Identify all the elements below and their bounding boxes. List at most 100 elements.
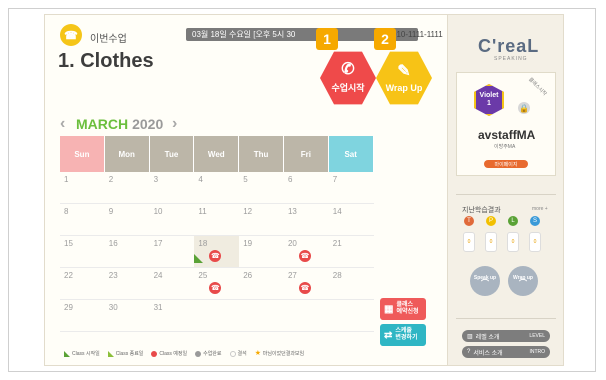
day-cell[interactable]: 23 [105, 268, 150, 299]
divider [456, 194, 556, 195]
wrap-up-side-button[interactable]: Wrap up ⌒ [508, 266, 538, 296]
result-l-icon: L [508, 216, 518, 226]
service-intro-button[interactable]: ? 서비스 소개 INTRO [462, 346, 550, 358]
sidebar [448, 14, 564, 366]
level-intro-en: LEVEL [529, 333, 545, 339]
day-cell[interactable]: 17 [150, 236, 195, 267]
sad-face-icon: ⌒ [519, 279, 527, 288]
day-cell[interactable]: 15 [60, 236, 105, 267]
legend-item: 결석 [229, 350, 247, 357]
result-t-icon: T [464, 216, 474, 226]
month-name: MARCH [76, 116, 129, 132]
class-request-button[interactable]: ▦ 클래스 예약신청 [380, 298, 426, 320]
service-intro-en: INTRO [529, 349, 545, 355]
result-meter: 0 [507, 232, 519, 252]
day-cell[interactable]: 21 [329, 236, 374, 267]
prev-month-arrow[interactable]: ‹ [60, 115, 65, 133]
month-title: MARCH 2020 [76, 116, 163, 132]
calendar-week: 29 30 31 [60, 300, 374, 332]
class-start-icon [64, 350, 70, 357]
day-cell [284, 300, 329, 331]
day-cell[interactable]: 5 [239, 172, 284, 203]
class-scheduled-icon: ☎ [209, 282, 222, 294]
username: avstaffMA [478, 128, 536, 142]
level-intro-button[interactable]: ▥ 레벨 소개 LEVEL [462, 330, 550, 342]
day-cell-25[interactable]: 25 ☎ [194, 254, 239, 299]
day-cell[interactable]: 16 [105, 236, 150, 267]
day-cell[interactable]: 30 [105, 300, 150, 331]
day-cell[interactable]: 8 [60, 204, 105, 235]
day-cell[interactable]: 29 [60, 300, 105, 331]
sad-face-icon: ⌒ [481, 279, 489, 288]
day-cell[interactable]: 26 [239, 268, 284, 299]
calendar-grid: Sun Mon Tue Wed Thu Fri Sat 1 2 3 4 5 6 … [60, 136, 374, 332]
day-cell[interactable]: 13 [284, 204, 329, 235]
schedule-change-button[interactable]: ⇄ 스케줄 변경하기 [380, 324, 426, 346]
day-cell-27[interactable]: 27 ☎ [284, 268, 329, 299]
level-name: Violet [479, 92, 499, 99]
day-cell[interactable]: 10 [150, 204, 195, 235]
day-cell[interactable]: 19 [239, 236, 284, 267]
next-month-arrow[interactable]: › [172, 115, 177, 133]
start-class-label: 수업시작 [331, 83, 365, 93]
day-cell[interactable]: 9 [105, 204, 150, 235]
day-cell[interactable]: 12 [239, 204, 284, 235]
class-scheduled-icon: ☎ [209, 250, 222, 262]
class-scheduled-icon: ☎ [298, 282, 311, 294]
day-cell[interactable]: 14 [329, 204, 374, 235]
day-cell[interactable]: 31 [150, 300, 195, 331]
mypage-button[interactable]: 마이페이지 [484, 160, 528, 168]
lock-icon: 🔒 [518, 102, 530, 114]
legend-item: Class 예정일 [151, 350, 187, 357]
brand-subtitle: SPEAKING [494, 56, 528, 62]
service-intro-label: 서비스 소개 [473, 350, 503, 357]
result-meter: 0 [485, 232, 497, 252]
class-end-icon [107, 350, 114, 357]
day-number: 18 [198, 239, 208, 248]
calendar-week: 8 9 10 11 12 13 14 [60, 204, 374, 236]
legend-item: Class 시작일 [64, 350, 100, 357]
year: 2020 [132, 116, 164, 132]
day-cell[interactable]: 22 [60, 268, 105, 299]
day-cell[interactable]: 28 [329, 268, 374, 299]
weekday-thu: Thu [239, 136, 284, 172]
day-cell [329, 300, 374, 331]
result-meter: 0 [529, 232, 541, 252]
day-cell[interactable]: 11 [194, 204, 239, 235]
swap-icon: ⇄ [384, 329, 393, 341]
calendar-week: 15 16 17 18 ☎ 19 20 ☎ 21 [60, 236, 374, 268]
class-complete-icon [195, 350, 202, 357]
absent-icon [229, 350, 236, 357]
level-number: 1 [487, 100, 491, 107]
legend-item: ★ 마님이었던결과보임 [254, 349, 305, 358]
day-cell [239, 300, 284, 331]
day-cell[interactable]: 2 [105, 172, 150, 203]
result-p-icon: P [486, 216, 496, 226]
day-cell[interactable]: 6 [284, 172, 329, 203]
more-link[interactable]: more + [532, 206, 548, 212]
section-label: 이번수업 [90, 34, 127, 45]
wrap-up-label: Wrap Up [385, 82, 423, 93]
schedule-change-label: 스케줄 변경하기 [395, 328, 418, 341]
class-scheduled-icon: ☎ [298, 250, 311, 262]
phone-icon: ✆ [341, 61, 355, 78]
day-cell[interactable]: 1 [60, 172, 105, 203]
day-cell[interactable]: 3 [150, 172, 195, 203]
weekday-mon: Mon [104, 136, 150, 172]
phone-number: 010-1111-1111 [392, 30, 443, 39]
weekday-sat: Sat [328, 136, 374, 172]
legend-item: 수업완료 [195, 350, 222, 357]
result-s-icon: S [530, 216, 540, 226]
day-cell-20[interactable]: 20 ☎ [284, 236, 329, 267]
brand-logo[interactable]: C'reaL [478, 36, 539, 57]
speak-up-button[interactable]: Speak up ⌒ [470, 266, 500, 296]
day-cell[interactable]: 7 [329, 172, 374, 203]
day-cell [194, 300, 239, 331]
divider [456, 318, 556, 319]
calendar-legend: Class 시작일 Class 종료일 Class 예정일 수업완료 결석 ★ 마… [64, 350, 304, 357]
calendar-week: 1 2 3 4 5 6 7 [60, 172, 374, 204]
weekday-header: Sun Mon Tue Wed Thu Fri Sat [60, 136, 374, 172]
day-number: 27 [287, 271, 297, 280]
day-cell[interactable]: 24 [150, 268, 195, 299]
day-cell[interactable]: 4 [194, 172, 239, 203]
